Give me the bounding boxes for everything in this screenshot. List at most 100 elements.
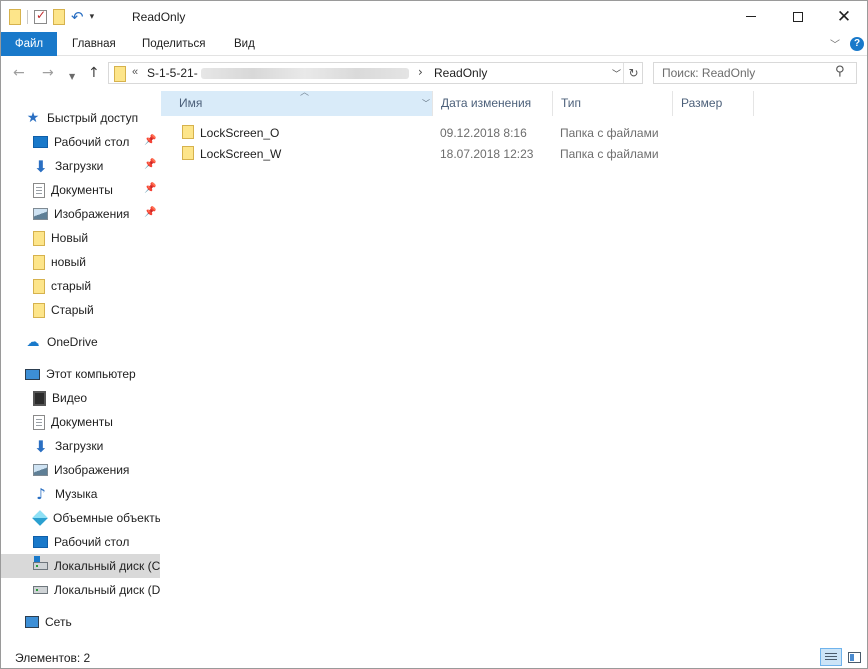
- explorer-window: ↶ ▾ ReadOnly ✕ Файл Главная Поделиться В…: [0, 0, 868, 669]
- sidebar-item-drive-d[interactable]: Локальный диск (D:): [1, 578, 160, 602]
- sidebar-item-folder-novyi-lower[interactable]: новый: [1, 250, 160, 274]
- details-view-button[interactable]: [820, 648, 842, 666]
- folder-icon: [33, 302, 45, 318]
- folder-icon: [9, 9, 21, 25]
- sidebar-item-pc-documents[interactable]: Документы: [1, 410, 160, 434]
- sidebar-item-folder-novyi[interactable]: Новый: [1, 226, 160, 250]
- folder-icon: [114, 66, 126, 82]
- breadcrumb-segment-current[interactable]: ReadOnly: [434, 66, 487, 80]
- sidebar-item-label: Изображения: [54, 463, 130, 477]
- sidebar-item-label: Загрузки: [55, 439, 104, 453]
- sidebar-item-downloads[interactable]: ⬇ Загрузки 📌: [1, 154, 160, 178]
- maximize-button[interactable]: [775, 1, 821, 32]
- sidebar-item-folder-staryi-lower[interactable]: старый: [1, 274, 160, 298]
- sidebar-item-folder-staryi[interactable]: Старый: [1, 298, 160, 322]
- refresh-icon[interactable]: ↻: [623, 63, 643, 83]
- file-list[interactable]: ︿ Имя ﹀ Дата изменения Тип Размер LockSc…: [161, 88, 867, 644]
- status-bar: Элементов: 2: [1, 644, 867, 668]
- sidebar-item-network[interactable]: Сеть: [1, 610, 160, 634]
- address-bar[interactable]: « S-1-5-21- › ReadOnly ﹀ ↻: [108, 62, 643, 84]
- sidebar-item-label: OneDrive: [47, 335, 98, 349]
- close-button[interactable]: ✕: [821, 1, 867, 32]
- sidebar-item-label: Локальный диск (C:): [54, 559, 160, 573]
- breadcrumb-segment-root[interactable]: S-1-5-21-: [147, 66, 198, 80]
- details-view-icon: [825, 652, 837, 662]
- pictures-icon: [33, 208, 48, 220]
- large-icons-view-button[interactable]: [844, 648, 864, 666]
- properties-icon[interactable]: [34, 8, 47, 24]
- redacted-path-segment: [201, 68, 409, 79]
- undo-icon[interactable]: ↶: [71, 10, 84, 25]
- sidebar-item-quick-access[interactable]: ★ Быстрый доступ: [1, 106, 160, 130]
- search-icon[interactable]: ⚲: [835, 64, 845, 79]
- tab-file[interactable]: Файл: [1, 32, 57, 56]
- desktop-icon: [33, 136, 48, 148]
- column-filter-dropdown-icon[interactable]: ﹀: [422, 91, 430, 116]
- expand-ribbon-chevron-icon[interactable]: ﹀: [830, 36, 840, 51]
- tab-home[interactable]: Главная: [72, 32, 116, 56]
- sidebar-item-documents[interactable]: Документы 📌: [1, 178, 160, 202]
- file-name: LockScreen_W: [200, 147, 282, 161]
- close-icon: ✕: [836, 6, 852, 27]
- column-header-size[interactable]: Размер: [672, 91, 754, 116]
- item-count: Элементов: 2: [15, 651, 91, 665]
- column-header-type[interactable]: Тип: [552, 91, 672, 116]
- sidebar-item-label: Сеть: [45, 615, 72, 629]
- sidebar-item-label: Документы: [51, 415, 113, 429]
- sidebar-item-pc-desktop[interactable]: Рабочий стол: [1, 530, 160, 554]
- sidebar-item-desktop[interactable]: Рабочий стол 📌: [1, 130, 160, 154]
- tab-view[interactable]: Вид: [234, 32, 255, 56]
- sidebar-item-label: новый: [51, 255, 87, 269]
- address-history-dropdown-icon[interactable]: ﹀: [612, 67, 621, 80]
- sidebar-item-videos[interactable]: Видео: [1, 386, 160, 410]
- sidebar-item-onedrive[interactable]: ☁ OneDrive: [1, 330, 160, 354]
- sidebar-item-pc-downloads[interactable]: ⬇ Загрузки: [1, 434, 160, 458]
- sidebar-item-label: Локальный диск (D:): [54, 583, 160, 597]
- column-header-row: ︿ Имя ﹀ Дата изменения Тип Размер: [161, 88, 867, 116]
- computer-icon: [25, 368, 40, 380]
- title-bar: ↶ ▾ ReadOnly ✕: [1, 1, 867, 32]
- navigation-bar: ← → ▼ ↑ « S-1-5-21- › ReadOnly ﹀ ↻ ⚲: [1, 57, 867, 91]
- sidebar-item-3d-objects[interactable]: Объемные объекты: [1, 506, 160, 530]
- music-icon: ♪: [36, 485, 46, 503]
- file-row[interactable]: LockScreen_W 18.07.2018 12:23 Папка с фа…: [161, 143, 867, 164]
- help-icon[interactable]: ?: [850, 37, 864, 51]
- sidebar-item-label: Новый: [51, 231, 89, 245]
- recent-locations-dropdown-icon[interactable]: ▼: [69, 69, 75, 85]
- sidebar-item-label: Загрузки: [55, 159, 104, 173]
- star-icon: ★: [26, 110, 40, 126]
- sidebar-item-drive-c[interactable]: Локальный диск (C:): [1, 554, 160, 578]
- customize-toolbar-dropdown-icon[interactable]: ▾: [90, 12, 95, 22]
- search-box[interactable]: ⚲: [653, 62, 857, 84]
- 3d-objects-icon: [32, 510, 48, 526]
- minimize-icon: [746, 16, 756, 17]
- up-button[interactable]: ↑: [88, 65, 100, 81]
- pin-icon: 📌: [144, 207, 157, 218]
- sidebar-item-this-pc[interactable]: Этот компьютер: [1, 362, 160, 386]
- folder-icon: [33, 278, 45, 294]
- quick-access-toolbar: ↶ ▾: [9, 7, 94, 27]
- breadcrumb-separator-icon[interactable]: ›: [418, 65, 423, 79]
- ribbon-tabs: Файл Главная Поделиться Вид ﹀ ?: [1, 32, 867, 56]
- search-input[interactable]: [662, 66, 832, 80]
- sidebar-item-label: Этот компьютер: [46, 367, 136, 381]
- sidebar-item-label: Изображения: [54, 207, 130, 221]
- back-button[interactable]: ←: [13, 65, 25, 81]
- minimize-button[interactable]: [728, 1, 774, 32]
- navigation-pane[interactable]: ★ Быстрый доступ Рабочий стол 📌 ⬇ Загруз…: [1, 91, 160, 644]
- sidebar-item-label: Рабочий стол: [54, 135, 130, 149]
- new-folder-icon[interactable]: [53, 9, 65, 25]
- sidebar-item-pictures[interactable]: Изображения 📌: [1, 202, 160, 226]
- sidebar-item-label: Рабочий стол: [54, 535, 130, 549]
- documents-icon: [33, 182, 45, 198]
- address-overflow-icon[interactable]: «: [132, 66, 138, 78]
- drive-d-icon: [33, 586, 48, 594]
- column-header-name[interactable]: ︿ Имя ﹀: [161, 88, 433, 116]
- file-row[interactable]: LockScreen_O 09.12.2018 8:16 Папка с фай…: [161, 122, 867, 143]
- column-header-date[interactable]: Дата изменения: [432, 91, 552, 116]
- forward-button[interactable]: →: [42, 65, 54, 81]
- sidebar-item-pc-pictures[interactable]: Изображения: [1, 458, 160, 482]
- tab-share[interactable]: Поделиться: [142, 32, 206, 56]
- column-header-label: Имя: [179, 96, 203, 110]
- sidebar-item-music[interactable]: ♪ Музыка: [1, 482, 160, 506]
